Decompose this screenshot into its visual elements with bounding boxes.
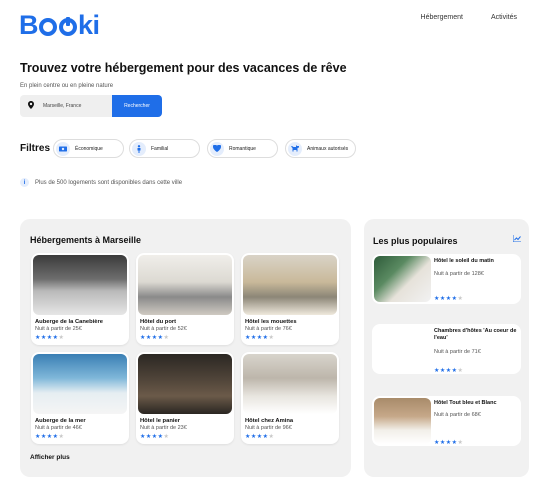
- star-rating: ★★★★★: [35, 434, 65, 440]
- search-button[interactable]: Rechercher: [112, 95, 162, 117]
- search-bar: Marseille, France Rechercher: [20, 95, 162, 117]
- hotel-price: Nuit à partir de 23€: [140, 425, 187, 431]
- hotel-name: Hôtel du port: [140, 319, 177, 325]
- filter-label: Animaux autorisés: [307, 145, 349, 152]
- hebergement-card[interactable]: Hôtel les mouettes Nuit à partir de 76€ …: [241, 253, 339, 345]
- hotel-name: Auberge de la mer: [35, 418, 86, 424]
- hotel-photo: [243, 255, 337, 315]
- hotel-price: Nuit à partir de 25€: [35, 326, 82, 332]
- hotel-photo: [243, 354, 337, 414]
- child-icon: [132, 141, 146, 156]
- star-rating: ★★★★★: [140, 434, 170, 440]
- trend-chart-icon: [512, 235, 521, 244]
- dog-icon: [288, 141, 302, 156]
- hotel-name: Chambres d'hôtes 'Au coeur de l'eau': [434, 328, 517, 341]
- info-icon: i: [20, 178, 29, 187]
- filter-label: Romantique: [229, 145, 256, 152]
- hotel-photo: [374, 256, 431, 302]
- heart-icon: [210, 141, 224, 156]
- hotel-name: Auberge de la Canebière: [35, 319, 103, 325]
- search-input-value: Marseille, France: [43, 103, 82, 109]
- money-icon: [56, 141, 70, 156]
- hebergement-card[interactable]: Hôtel le panier Nuit à partir de 23€ ★★★…: [136, 352, 234, 444]
- hebergement-card[interactable]: Auberge de la Canebière Nuit à partir de…: [31, 253, 129, 345]
- hotel-price: Nuit à partir de 52€: [140, 326, 187, 332]
- hebergements-title: Hébergements à Marseille: [30, 235, 142, 245]
- hotel-photo: [138, 255, 232, 315]
- hotel-name: Hôtel les mouettes: [245, 319, 297, 325]
- hotel-photo: [374, 326, 431, 372]
- star-rating: ★★★★★: [140, 335, 170, 341]
- populaire-card[interactable]: Hôtel le soleil du matin Nuit à partir d…: [372, 254, 521, 304]
- filter-label: Familial: [151, 145, 169, 152]
- booki-logo[interactable]: Bki: [19, 10, 100, 41]
- filters-label: Filtres: [20, 143, 51, 154]
- hotel-name: Hôtel Tout bleu et Blanc: [434, 400, 497, 406]
- filter-economique[interactable]: Économique: [53, 139, 124, 158]
- info-text: Plus de 500 logements sont disponibles d…: [35, 179, 183, 186]
- hotel-name: Hôtel le soleil du matin: [434, 258, 494, 264]
- hebergement-card[interactable]: Auberge de la mer Nuit à partir de 46€ ★…: [31, 352, 129, 444]
- search-field[interactable]: Marseille, France: [20, 95, 112, 117]
- populaire-card[interactable]: Chambres d'hôtes 'Au coeur de l'eau' Nui…: [372, 324, 521, 374]
- nav-hebergement[interactable]: Hébergement: [421, 14, 463, 21]
- filter-romantique[interactable]: Romantique: [207, 139, 278, 158]
- hotel-price: Nuit à partir de 96€: [245, 425, 292, 431]
- hotel-name: Hôtel chez Amina: [245, 418, 294, 424]
- nav-activites[interactable]: Activités: [491, 14, 517, 21]
- page-title: Trouvez votre hébergement pour des vacan…: [20, 61, 347, 75]
- star-rating: ★★★★★: [245, 335, 275, 341]
- hotel-photo: [374, 398, 431, 444]
- star-rating: ★★★★★: [434, 296, 464, 302]
- star-rating: ★★★★★: [35, 335, 65, 341]
- filter-label: Économique: [75, 145, 103, 152]
- info-banner: i Plus de 500 logements sont disponibles…: [20, 178, 182, 187]
- hotel-price: Nuit à partir de 128€: [434, 271, 484, 277]
- hotel-price: Nuit à partir de 76€: [245, 326, 292, 332]
- hotel-price: Nuit à partir de 46€: [35, 425, 82, 431]
- hotel-name: Hôtel le panier: [140, 418, 180, 424]
- filter-animaux[interactable]: Animaux autorisés: [285, 139, 356, 158]
- filter-familial[interactable]: Familial: [129, 139, 200, 158]
- hebergement-card[interactable]: Hôtel chez Amina Nuit à partir de 96€ ★★…: [241, 352, 339, 444]
- star-rating: ★★★★★: [434, 368, 464, 374]
- hotel-photo: [33, 255, 127, 315]
- populaire-card[interactable]: Hôtel Tout bleu et Blanc Nuit à partir d…: [372, 396, 521, 446]
- populaires-title: Les plus populaires: [373, 236, 458, 246]
- hotel-price: Nuit à partir de 68€: [434, 412, 481, 418]
- star-rating: ★★★★★: [434, 440, 464, 446]
- hotel-photo: [33, 354, 127, 414]
- top-nav: Hébergement Activités: [421, 14, 517, 21]
- page-subtitle: En plein centre ou en pleine nature: [20, 83, 114, 89]
- star-rating: ★★★★★: [245, 434, 275, 440]
- hotel-photo: [138, 354, 232, 414]
- show-more-link[interactable]: Afficher plus: [30, 454, 70, 461]
- location-pin-icon: [28, 101, 34, 111]
- hebergement-card[interactable]: Hôtel du port Nuit à partir de 52€ ★★★★★: [136, 253, 234, 345]
- hotel-price: Nuit à partir de 71€: [434, 349, 481, 355]
